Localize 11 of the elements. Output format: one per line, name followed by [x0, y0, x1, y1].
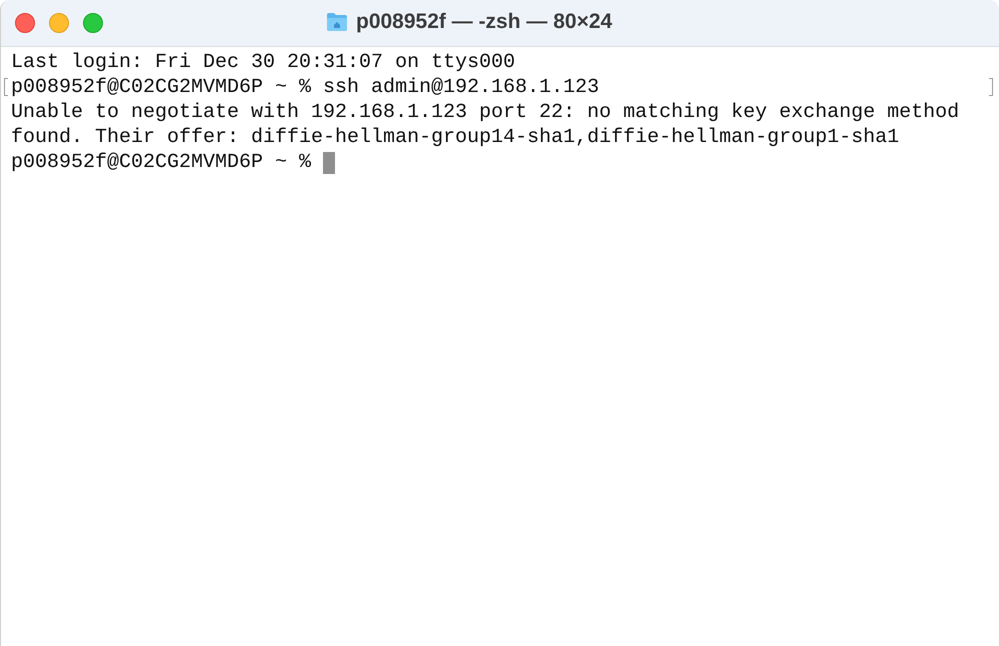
terminal-line: Last login: Fri Dec 30 20:31:07 on ttys000	[11, 50, 516, 75]
line-mark-icon	[989, 78, 993, 96]
close-button[interactable]	[15, 13, 35, 33]
folder-icon	[326, 12, 348, 32]
minimize-button[interactable]	[49, 13, 69, 33]
window-title: p008952f — -zsh — 80×24	[356, 10, 612, 34]
terminal-line: Unable to negotiate with 192.168.1.123 port 22: no matching key exchange method	[11, 100, 960, 125]
zoom-button[interactable]	[83, 13, 103, 33]
terminal-line: found. Their offer: diffie-hellman-group14-sha1,diffie-hellman-group1-sha1	[11, 125, 900, 150]
terminal-line: p008952f@C02CG2MVMD6P ~ % ssh admin@192.168.1.123	[11, 75, 600, 100]
terminal-line: p008952f@C02CG2MVMD6P ~ %	[11, 150, 312, 175]
